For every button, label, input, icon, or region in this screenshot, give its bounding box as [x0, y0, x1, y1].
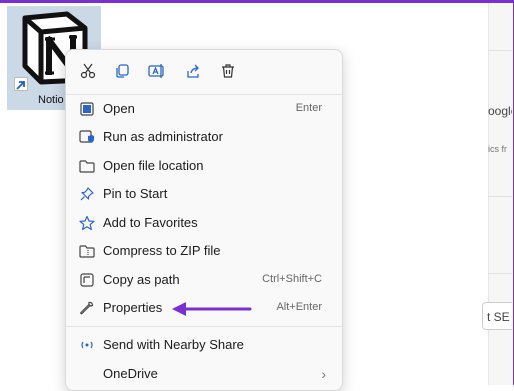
context-menu-toolbar	[66, 50, 342, 94]
app-window-icon	[78, 100, 96, 118]
star-icon	[78, 214, 96, 232]
copy-path-icon	[78, 271, 96, 289]
menu-item-send-with-nearby-share[interactable]: Send with Nearby Share	[70, 331, 338, 359]
menu-item-shortcut: Ctrl+Shift+C	[262, 273, 322, 285]
menu-item-run-as-administrator[interactable]: Run as administrator	[70, 123, 338, 151]
menu-item-shortcut: Enter	[295, 102, 322, 114]
menu-item-compress-to-zip[interactable]: Compress to ZIP file	[70, 237, 338, 265]
context-menu: Open Enter Run as administrator Open fil…	[65, 49, 343, 391]
pin-icon	[78, 185, 96, 203]
menu-item-label: Compress to ZIP file	[103, 243, 221, 258]
menu-item-label: Pin to Start	[103, 186, 168, 201]
menu-item-label: Send with Nearby Share	[103, 337, 244, 352]
wrench-icon	[78, 299, 96, 317]
background-divider	[488, 196, 512, 197]
background-divider	[488, 50, 512, 51]
background-text: ics fr	[488, 144, 507, 154]
menu-item-label: OneDrive	[103, 366, 158, 381]
rename-icon[interactable]	[146, 60, 168, 82]
menu-separator	[66, 326, 342, 327]
copy-icon[interactable]	[111, 60, 133, 82]
menu-item-label: Open file location	[103, 158, 204, 173]
desktop-shortcut-label: Notio	[38, 94, 64, 106]
shortcut-arrow-icon	[14, 77, 28, 91]
menu-item-copy-as-path[interactable]: Copy as path Ctrl+Shift+C	[70, 266, 338, 294]
background-divider	[488, 273, 512, 274]
admin-shield-icon	[78, 128, 96, 146]
menu-item-add-to-favorites[interactable]: Add to Favorites	[70, 209, 338, 237]
menu-item-label: Run as administrator	[103, 129, 223, 144]
nearby-share-icon	[78, 336, 96, 354]
menu-item-onedrive[interactable]: OneDrive ›	[70, 360, 338, 388]
cut-icon[interactable]	[77, 60, 99, 82]
menu-item-open-file-location[interactable]: Open file location	[70, 152, 338, 180]
delete-icon[interactable]	[217, 60, 239, 82]
chevron-right-icon: ›	[321, 366, 326, 382]
zip-folder-icon	[78, 242, 96, 260]
background-input: t SE	[482, 302, 512, 330]
menu-item-label: Add to Favorites	[103, 215, 198, 230]
menu-item-label: Open	[103, 101, 135, 116]
background-text: oogle	[488, 104, 512, 118]
folder-icon	[78, 157, 96, 175]
menu-item-open[interactable]: Open Enter	[70, 95, 338, 123]
menu-item-label: Copy as path	[103, 272, 180, 287]
annotation-arrow-icon	[172, 302, 252, 316]
menu-item-shortcut: Alt+Enter	[276, 301, 322, 313]
share-icon[interactable]	[182, 60, 204, 82]
menu-item-label: Properties	[103, 300, 163, 315]
menu-item-pin-to-start[interactable]: Pin to Start	[70, 180, 338, 208]
